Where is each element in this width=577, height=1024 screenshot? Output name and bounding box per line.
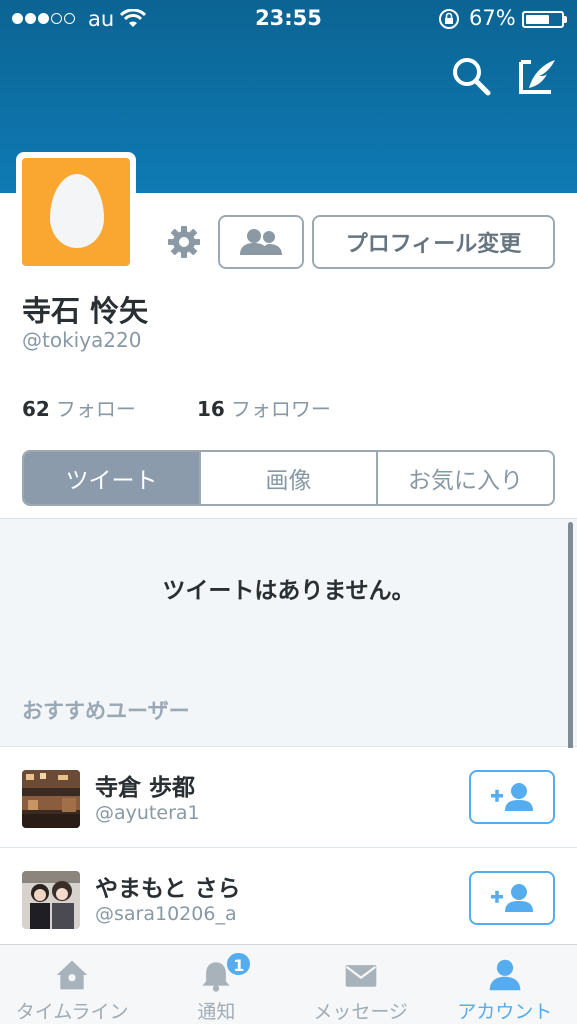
followers-count: 16 <box>197 397 225 421</box>
lists-button[interactable] <box>218 215 304 269</box>
profile-name: 寺石 怜矢 <box>22 294 149 328</box>
empty-tweets-message: ツイートはありません。 <box>162 578 415 604</box>
following-stat[interactable]: 62 フォロー <box>22 393 136 422</box>
default-egg-avatar <box>22 158 130 266</box>
tab-label: タイムライン <box>15 1001 129 1023</box>
user-avatar[interactable] <box>22 871 80 929</box>
recommended-users-title: おすすめユーザー <box>22 699 190 723</box>
tab-messages[interactable]: メッセージ <box>289 945 433 1024</box>
tab-account[interactable]: アカウント <box>433 945 577 1024</box>
search-icon[interactable] <box>449 54 493 98</box>
user-handle: @ayutera1 <box>95 802 200 824</box>
profile-avatar[interactable] <box>16 152 136 272</box>
home-icon <box>56 960 88 990</box>
egg-icon <box>50 174 104 248</box>
tab-timeline[interactable]: タイムライン <box>0 945 144 1024</box>
tab-notifications[interactable]: 1 通知 <box>144 945 288 1024</box>
tab-label: 通知 <box>197 1001 236 1023</box>
battery-icon <box>522 11 564 28</box>
notification-badge: 1 <box>225 951 253 977</box>
recommended-user-row[interactable]: 寺倉 歩都 @ayutera1 <box>0 748 577 848</box>
tab-label: メッセージ <box>313 1001 408 1023</box>
tab-favorites[interactable]: お気に入り <box>376 452 553 504</box>
user-handle: @sara10206_a <box>95 903 237 925</box>
envelope-icon <box>345 965 376 987</box>
compose-tweet-icon[interactable] <box>515 54 559 98</box>
follow-button[interactable] <box>469 770 555 824</box>
user-name[interactable]: 寺倉 歩都 <box>95 768 195 802</box>
user-name[interactable]: やまもと さら <box>95 869 241 903</box>
profile-tabs: ツイート 画像 お気に入り <box>22 450 555 506</box>
tweets-panel: ツイートはありません。 おすすめユーザー <box>0 518 577 747</box>
profile-handle: @tokiya220 <box>22 328 142 352</box>
follow-button[interactable] <box>469 871 555 925</box>
recommended-user-row[interactable]: やまもと さら @sara10206_a <box>0 849 577 949</box>
gear-icon[interactable] <box>166 224 202 260</box>
battery-percent: 67% <box>469 6 516 30</box>
following-label: フォロー <box>55 397 136 421</box>
follow-user-icon <box>491 783 533 811</box>
following-count: 62 <box>22 397 50 421</box>
status-bar: au 23:55 67% <box>0 0 577 40</box>
bottom-tab-bar: タイムライン 1 通知 メッセージ アカウント <box>0 944 577 1024</box>
followers-stat[interactable]: 16 フォロワー <box>197 393 331 422</box>
rotation-lock-icon <box>439 9 459 29</box>
tab-tweets[interactable]: ツイート <box>24 452 199 504</box>
follow-user-icon <box>491 884 533 912</box>
edit-profile-button[interactable]: プロフィール変更 <box>312 215 555 269</box>
tab-label: アカウント <box>457 1001 553 1023</box>
tab-images[interactable]: 画像 <box>199 452 376 504</box>
person-icon <box>489 959 521 991</box>
people-icon <box>240 229 282 255</box>
followers-label: フォロワー <box>230 397 331 421</box>
user-avatar[interactable] <box>22 770 80 828</box>
